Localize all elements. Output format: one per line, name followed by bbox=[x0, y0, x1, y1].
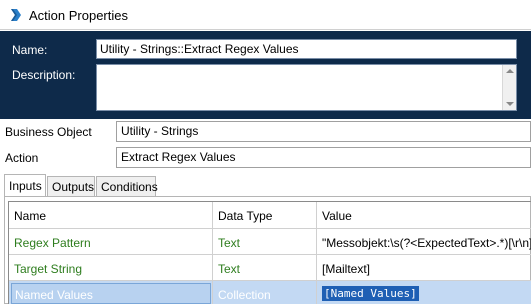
action-field[interactable]: Extract Regex Values bbox=[116, 147, 531, 168]
business-object-label: Business Object bbox=[5, 125, 92, 139]
column-header-data-type[interactable]: Data Type bbox=[213, 202, 317, 228]
inputs-grid: Name Data Type Value Regex Pattern Text … bbox=[8, 201, 531, 304]
business-object-field[interactable]: Utility - Strings bbox=[116, 121, 531, 142]
param-value[interactable]: [Named Values] bbox=[322, 286, 419, 301]
tab-conditions[interactable]: Conditions bbox=[96, 176, 158, 197]
tab-inputs[interactable]: Inputs bbox=[4, 174, 46, 196]
param-value[interactable]: "Messobjekt:\s(?<ExpectedText>.*)[\r\n]+… bbox=[317, 229, 531, 254]
column-header-value[interactable]: Value bbox=[317, 202, 531, 228]
window-title: Action Properties bbox=[29, 8, 128, 23]
param-type: Text bbox=[213, 229, 317, 254]
action-label: Action bbox=[5, 151, 39, 165]
grid-header-row: Name Data Type Value bbox=[9, 202, 531, 229]
tab-outputs[interactable]: Outputs bbox=[47, 176, 95, 197]
header-panel: Name: Utility - Strings::Extract Regex V… bbox=[0, 31, 531, 119]
column-header-name[interactable]: Name bbox=[9, 202, 213, 228]
name-field[interactable]: Utility - Strings::Extract Regex Values bbox=[96, 39, 517, 59]
param-name-cell[interactable]: Named Values bbox=[9, 281, 213, 304]
name-label: Name: bbox=[12, 43, 48, 57]
description-label: Description: bbox=[12, 68, 76, 82]
inputs-panel: Name Data Type Value Regex Pattern Text … bbox=[4, 196, 531, 304]
table-row-selected[interactable]: Named Values Collection [Named Values] bbox=[9, 281, 531, 304]
param-type: Collection bbox=[213, 281, 317, 304]
table-row[interactable]: Regex Pattern Text "Messobjekt:\s(?<Expe… bbox=[9, 229, 531, 255]
param-name[interactable]: Named Values bbox=[11, 283, 211, 304]
description-scrollbar[interactable] bbox=[502, 65, 516, 110]
param-name: Regex Pattern bbox=[9, 229, 213, 254]
title-bar: Action Properties bbox=[0, 0, 531, 30]
param-name: Target String bbox=[9, 255, 213, 280]
param-value[interactable]: [Mailtext] bbox=[317, 255, 531, 280]
scroll-up-icon[interactable] bbox=[506, 69, 514, 73]
action-properties-icon bbox=[11, 9, 21, 21]
param-type: Text bbox=[213, 255, 317, 280]
param-value-cell[interactable]: [Named Values] bbox=[317, 281, 531, 304]
table-row[interactable]: Target String Text [Mailtext] bbox=[9, 255, 531, 281]
description-field[interactable] bbox=[96, 64, 517, 111]
scroll-down-icon[interactable] bbox=[506, 102, 514, 106]
